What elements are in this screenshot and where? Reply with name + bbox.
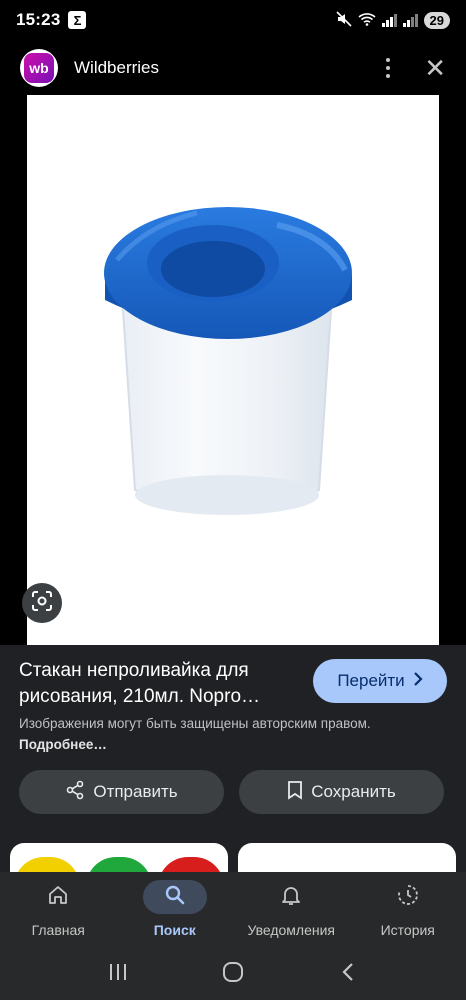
nav-item-notifications[interactable]: Уведомления: [233, 872, 350, 948]
system-navigation-bar: [0, 948, 466, 1000]
nav-item-history[interactable]: История: [350, 872, 466, 948]
status-time: 15:23: [16, 10, 61, 29]
image-viewer: [0, 95, 466, 645]
back-icon: [341, 962, 355, 987]
copyright-text: Изображения могут быть защищены авторски…: [19, 716, 371, 731]
copyright-notice: Изображения могут быть защищены авторски…: [19, 713, 439, 755]
signal-icon: [381, 13, 397, 27]
site-logo-text: wb: [24, 52, 54, 83]
status-bar: 15:23 Σ 29: [0, 0, 466, 40]
source-header: wb Wildberries ✕: [0, 40, 466, 95]
more-options-icon[interactable]: [386, 57, 391, 78]
chevron-right-icon: [413, 671, 423, 691]
wifi-icon: [357, 12, 376, 29]
history-icon: [396, 883, 420, 912]
lens-icon: [30, 589, 54, 618]
site-name: Wildberries: [74, 57, 160, 77]
product-image[interactable]: [27, 95, 439, 645]
search-icon: [164, 884, 186, 911]
signal-icon-2: [402, 13, 418, 27]
close-icon[interactable]: ✕: [424, 55, 446, 81]
share-label: Отправить: [93, 782, 178, 801]
visit-button[interactable]: Перейти: [313, 659, 447, 703]
site-logo: wb: [20, 48, 58, 87]
home-button[interactable]: [213, 959, 253, 989]
share-icon: [65, 780, 85, 805]
nav-item-home[interactable]: Главная: [0, 872, 117, 948]
nav-label-notifications: Уведомления: [247, 922, 336, 938]
share-button[interactable]: Отправить: [19, 770, 224, 814]
mute-icon: [335, 10, 352, 30]
battery-indicator: 29: [423, 11, 450, 29]
recents-button[interactable]: [98, 959, 138, 989]
learn-more-link[interactable]: Подробнее…: [19, 737, 107, 752]
visit-button-label: Перейти: [337, 671, 405, 690]
bottom-navigation: Главная Поиск Уведомления История: [0, 872, 466, 948]
nav-item-search[interactable]: Поиск: [117, 872, 234, 948]
sigma-icon: Σ: [68, 11, 87, 29]
home-icon: [47, 884, 69, 911]
bell-icon: [280, 884, 302, 911]
home-circle-icon: [222, 961, 244, 988]
back-button[interactable]: [328, 959, 368, 989]
save-label: Сохранить: [311, 782, 396, 801]
bookmark-icon: [287, 780, 303, 805]
result-title[interactable]: Стакан непроливайка для рисования, 210мл…: [19, 658, 299, 710]
recents-icon: [108, 963, 128, 986]
lens-search-button[interactable]: [22, 583, 62, 623]
nav-label-search: Поиск: [153, 922, 196, 938]
status-indicators: 29: [335, 10, 450, 30]
save-button[interactable]: Сохранить: [239, 770, 444, 814]
nav-label-history: История: [380, 922, 435, 938]
nav-label-home: Главная: [31, 922, 85, 938]
